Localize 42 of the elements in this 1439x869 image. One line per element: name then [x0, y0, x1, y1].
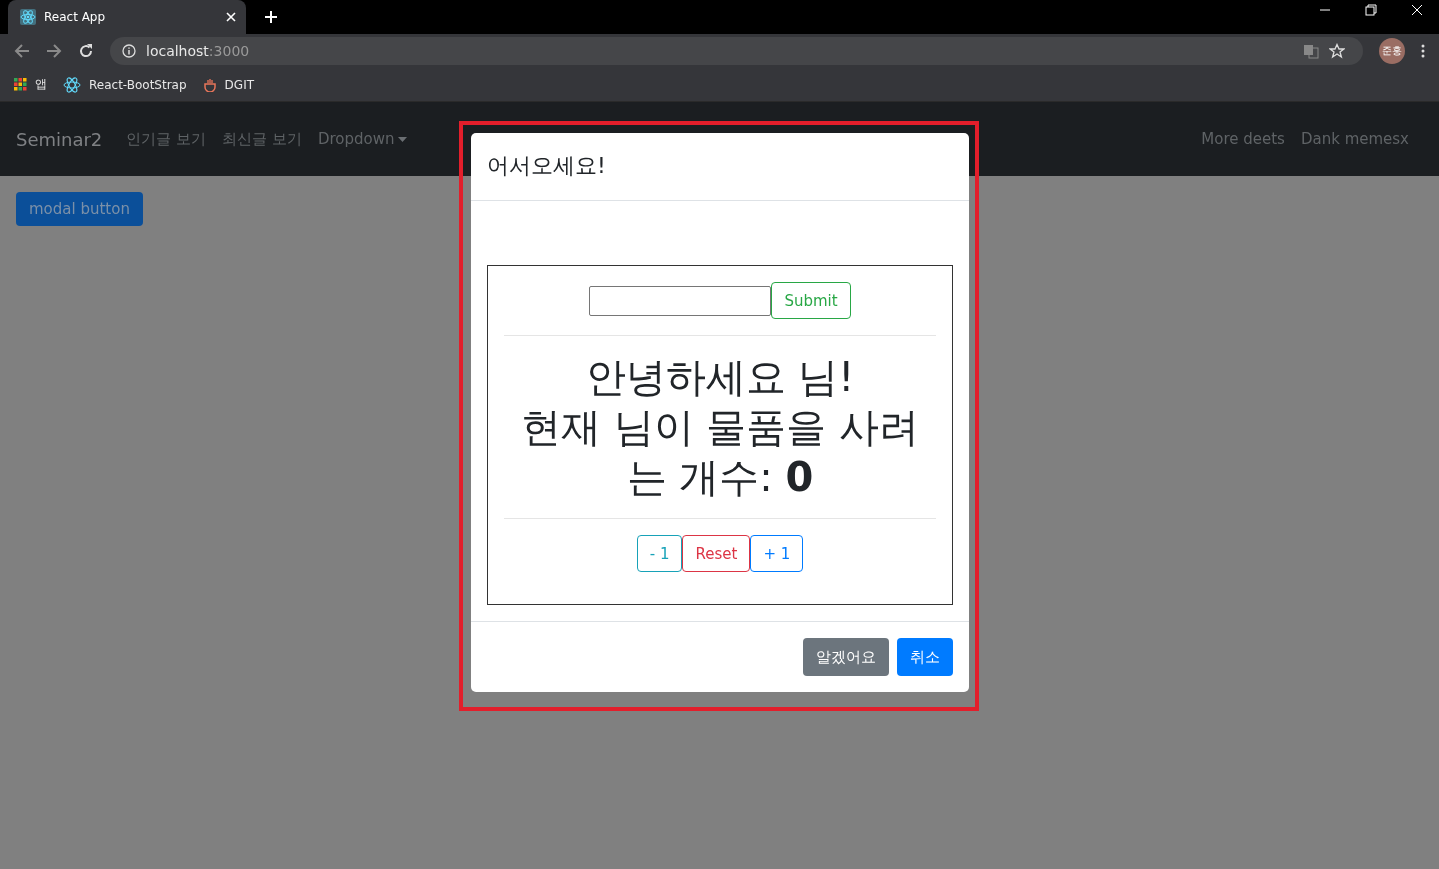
navbar-brand[interactable]: Seminar2: [16, 128, 103, 150]
greeting-heading: 안녕하세요 님!: [584, 353, 856, 402]
menu-icon[interactable]: [1421, 44, 1425, 58]
counter-button[interactable]: Reset: [682, 535, 751, 572]
reload-icon[interactable]: [78, 43, 94, 59]
plus-icon[interactable]: [264, 10, 278, 24]
restore-icon[interactable]: [1365, 4, 1377, 16]
footer-button[interactable]: 취소: [897, 638, 953, 676]
footer-button[interactable]: 알겠어요: [803, 638, 889, 676]
url-host: localhost: [146, 43, 209, 59]
forward-arrow-icon[interactable]: [46, 43, 62, 59]
count-heading: 현재 님이 물품을 사려는 개수: 0: [519, 403, 921, 502]
caret-icon: [398, 136, 408, 142]
apps-grid-icon: [14, 78, 27, 91]
atom-icon: [20, 9, 36, 25]
star-icon[interactable]: [1329, 43, 1345, 59]
nav-link[interactable]: More deets: [1201, 130, 1285, 148]
atom-icon: [63, 76, 81, 93]
pot-icon: [202, 77, 217, 92]
counter-button[interactable]: - 1: [636, 535, 683, 572]
bookmark[interactable]: React-BootStrap: [63, 76, 187, 93]
submit-button[interactable]: Submit: [771, 282, 851, 319]
modal-button[interactable]: modal button: [16, 192, 143, 226]
browser-tab[interactable]: React App: [8, 0, 246, 34]
nav-link[interactable]: Dank memesx: [1300, 130, 1409, 148]
url-port: :3000: [208, 43, 250, 59]
bookmark[interactable]: DGIT: [202, 77, 254, 92]
dropdown-toggle[interactable]: Dropdown: [317, 130, 408, 148]
close-icon[interactable]: [226, 12, 236, 22]
modal-title: 어서오세요!: [487, 153, 606, 178]
close-icon[interactable]: [1411, 4, 1423, 16]
counter-button[interactable]: + 1: [750, 535, 804, 572]
translate-icon[interactable]: [1303, 43, 1319, 59]
address-bar[interactable]: localhost:3000: [110, 37, 1363, 65]
name-input-field[interactable]: [589, 285, 772, 316]
bookmark[interactable]: 앱: [14, 76, 47, 93]
profile-avatar[interactable]: 준홍: [1379, 38, 1405, 64]
nav-link[interactable]: 최신글 보기: [222, 129, 302, 149]
nav-link[interactable]: 인기글 보기: [126, 129, 207, 149]
back-arrow-icon[interactable]: [14, 43, 30, 59]
info-icon: [122, 44, 136, 58]
tab-title: React App: [44, 10, 107, 24]
